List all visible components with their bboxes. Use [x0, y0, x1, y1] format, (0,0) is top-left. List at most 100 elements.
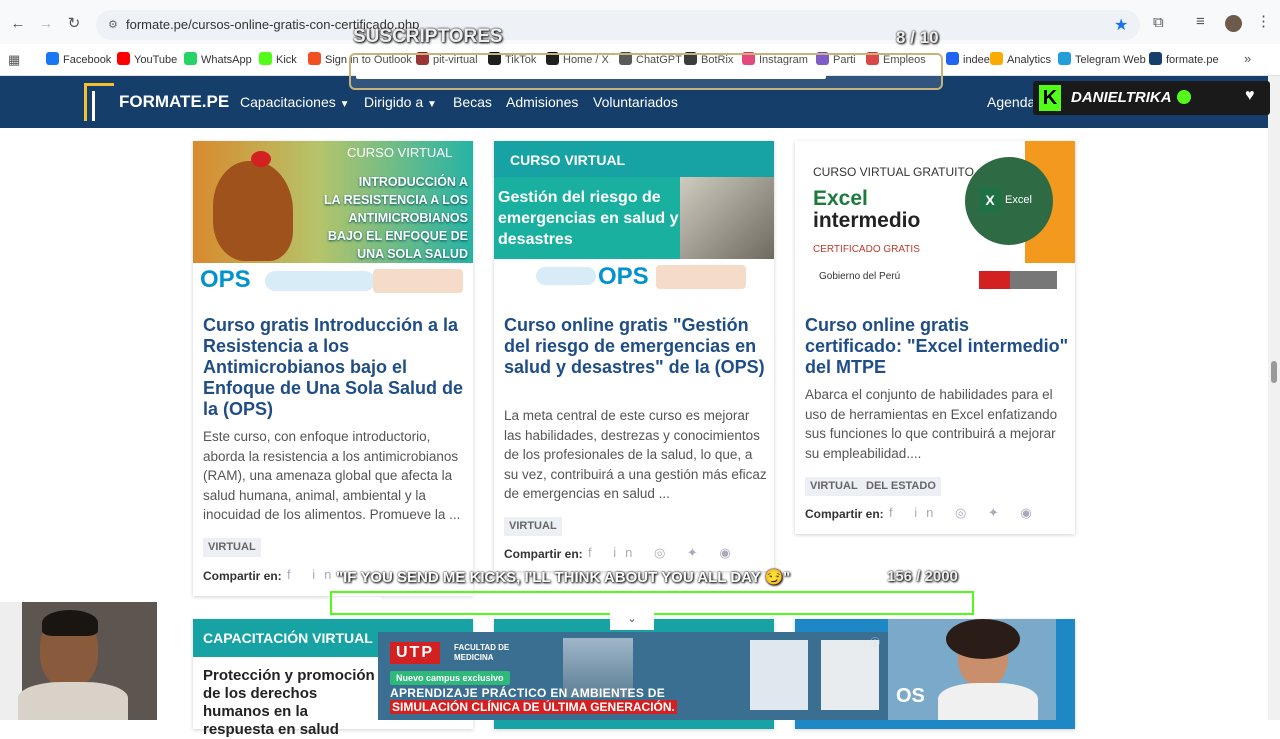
nav-dirigido[interactable]: Dirigido a ▼ — [364, 94, 437, 110]
bookmark-indeed[interactable]: indeed — [946, 52, 996, 66]
course-card[interactable]: CURSO VIRTUAL Gestión del riesgo de emerg… — [494, 141, 774, 571]
bookmark-label: Analytics — [1007, 54, 1052, 66]
excel-icon: X Excel — [965, 157, 1053, 245]
nav-voluntariados[interactable]: Voluntariados — [593, 94, 678, 110]
course-banner[interactable]: CURSO VIRTUAL Gestión del riesgo de emerg… — [494, 141, 774, 299]
course-description: Este curso, con enfoque introductorio, a… — [203, 429, 461, 522]
share-icons[interactable]: f in — [287, 567, 340, 582]
page-scrollbar[interactable] — [1268, 76, 1280, 720]
media-icon[interactable]: ≡ — [1196, 13, 1205, 30]
bookmark-analytics[interactable]: Analytics — [990, 52, 1051, 66]
bookmark-youtube[interactable]: YouTube — [117, 52, 177, 66]
kick-logo-icon: K — [1039, 85, 1061, 111]
menu-icon[interactable]: ⋮ — [1256, 12, 1271, 30]
campus-logo — [656, 265, 746, 289]
ad-info-icon[interactable]: ⓘ — [870, 634, 880, 649]
bookmark-favicon-icon — [117, 52, 130, 65]
share-icons[interactable]: f in ◎ ✦ ◉ — [588, 545, 740, 561]
gobierno-logo: Gobierno del Perú — [819, 271, 901, 282]
browser-toolbar: ← → ↻ ⚙ formate.pe/cursos-online-gratis-… — [0, 0, 1280, 44]
scroll-thumb[interactable] — [1271, 361, 1277, 383]
forward-icon[interactable]: → — [36, 14, 56, 34]
share-label: Compartir en: — [203, 569, 282, 583]
bookmark-label: Telegram Web — [1075, 54, 1146, 66]
tag-virtual[interactable]: VIRTUAL — [203, 538, 261, 557]
course-title[interactable]: Curso online gratis certificado: "Excel … — [805, 315, 1069, 378]
ad-line-2: SIMULACIÓN CLÍNICA DE ÚLTIMA GENERACIÓN. — [390, 700, 677, 714]
share-icons[interactable]: f in ◎ ✦ ◉ — [889, 505, 1041, 521]
course-badge: CURSO VIRTUAL — [347, 145, 453, 160]
collapse-ad-icon[interactable]: ⌄ — [610, 612, 654, 630]
bookmark-favicon-icon — [259, 52, 272, 65]
bookmark-formate-pe[interactable]: formate.pe — [1149, 52, 1219, 66]
course-badge: CURSO VIRTUAL GRATUITO — [813, 165, 974, 179]
extensions-icon[interactable]: ⧉ — [1153, 14, 1164, 31]
bookmark-label: Kick — [276, 54, 297, 66]
bookmark-favicon-icon — [946, 52, 959, 65]
streamer-badge: K DANIELTRIKA ♥ — [1033, 81, 1270, 115]
kicks-count: 156 / 2000 — [887, 568, 958, 585]
bookmark-whatsapp[interactable]: WhatsApp — [184, 52, 252, 66]
campus-logo — [373, 269, 463, 293]
course-description: Abarca el conjunto de habilidades para e… — [805, 387, 1058, 461]
nav-agenda[interactable]: Agenda — [987, 94, 1035, 110]
kicks-goal-text: "IF YOU SEND ME KICKS, I'LL THINK ABOUT … — [336, 569, 791, 586]
bookmark-favicon-icon — [308, 52, 321, 65]
nav-admisiones[interactable]: Admisiones — [506, 94, 578, 110]
tag-virtual[interactable]: VIRTUAL — [805, 477, 863, 496]
bookmark-favicon-icon — [1149, 52, 1162, 65]
kicks-progress-fill — [336, 597, 381, 609]
course-title[interactable]: Protección y promoción de los derechos h… — [203, 667, 383, 739]
bookmark-favicon-icon — [990, 52, 1003, 65]
course-title[interactable]: Curso online gratis "Gestión del riesgo … — [504, 315, 768, 378]
apps-icon[interactable]: ▦ — [8, 52, 20, 68]
course-description: La meta central de este curso es mejorar… — [504, 408, 767, 501]
course-badge: CURSO VIRTUAL — [510, 152, 626, 168]
streamer-name: DANIELTRIKA — [1071, 89, 1172, 106]
bookmark-kick[interactable]: Kick — [259, 52, 297, 66]
share-label: Compartir en: — [504, 547, 583, 561]
course-card[interactable]: CURSO VIRTUAL INTRODUCCIÓN A LA RESISTENC… — [193, 141, 473, 596]
webcam-agent-photo: OS — [888, 619, 1056, 720]
bookmark-favicon-icon — [184, 52, 197, 65]
share-label: Compartir en: — [805, 507, 884, 521]
ad-line-1: APRENDIZAJE PRÁCTICO EN AMBIENTES DE — [390, 686, 666, 700]
bookmark-favicon-icon — [46, 52, 59, 65]
back-icon[interactable]: ← — [8, 14, 28, 34]
ad-faculty: FACULTAD DE MEDICINA — [454, 643, 510, 662]
utp-ad-banner[interactable]: UTP FACULTAD DE MEDICINA ⓘ Nuevo campus … — [378, 632, 888, 720]
subs-label: SUSCRIPTORES — [353, 26, 503, 47]
ad-pill: Nuevo campus exclusivo — [390, 671, 510, 685]
reload-icon[interactable]: ↻ — [64, 14, 84, 34]
course-badge: CAPACITACIÓN VIRTUAL — [203, 630, 373, 646]
nav-capacitaciones[interactable]: Capacitaciones ▼ — [240, 94, 350, 110]
subs-goal-bar — [349, 53, 943, 90]
subs-progress-fill — [356, 65, 826, 79]
profile-avatar[interactable] — [1225, 15, 1242, 32]
bookmark-telegram-web[interactable]: Telegram Web — [1058, 52, 1146, 66]
tag-virtual[interactable]: VIRTUAL — [504, 517, 562, 536]
bookmark-facebook[interactable]: Facebook — [46, 52, 111, 66]
course-banner[interactable]: CURSO VIRTUAL GRATUITO Excel intermedio … — [795, 141, 1075, 299]
bookmark-label: YouTube — [134, 54, 178, 66]
hen-illustration — [213, 161, 293, 261]
course-banner[interactable]: CURSO VIRTUAL INTRODUCCIÓN A LA RESISTENC… — [193, 141, 473, 299]
more-bookmarks-icon[interactable]: » — [1244, 51, 1251, 66]
site-info-icon[interactable]: ⚙ — [108, 18, 118, 31]
banner-text: INTRODUCCIÓN A LA RESISTENCIA A LOS ANTIMI… — [324, 175, 468, 261]
address-bar[interactable]: ⚙ formate.pe/cursos-online-gratis-con-ce… — [96, 10, 1140, 40]
course-title[interactable]: Curso gratis Introducción a la Resistenc… — [203, 315, 467, 420]
utp-logo: UTP — [390, 642, 440, 664]
bookmark-star-icon[interactable]: ★ — [1114, 15, 1128, 35]
course-card[interactable]: CURSO VIRTUAL GRATUITO Excel intermedio … — [795, 141, 1075, 534]
banner-cert: CERTIFICADO GRATIS — [813, 244, 920, 255]
ops-logo: OPS — [598, 263, 649, 290]
ops-logo: OPS — [200, 266, 251, 293]
bookmark-favicon-icon — [1058, 52, 1071, 65]
site-logo[interactable]: FORMATE.PE — [119, 92, 229, 112]
bookmark-label: formate.pe — [1166, 54, 1219, 66]
nav-becas[interactable]: Becas — [453, 94, 492, 110]
bookmark-label: WhatsApp — [201, 54, 252, 66]
webcam-streamer — [0, 602, 157, 720]
tag-del-estado[interactable]: DEL ESTADO — [861, 477, 941, 496]
